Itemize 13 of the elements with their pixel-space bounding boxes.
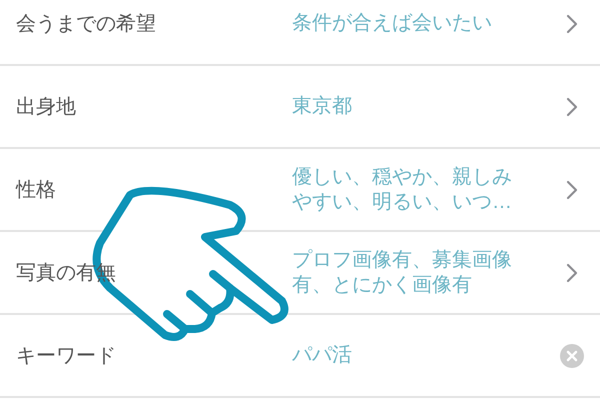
chevron-right-icon[interactable]	[566, 262, 578, 282]
chevron-right-icon[interactable]	[566, 14, 578, 34]
chevron-right-icon[interactable]	[566, 180, 578, 200]
field-value: プロフ画像有、募集画像有、とにかく画像有	[292, 248, 513, 298]
field-label: 性格	[16, 178, 56, 202]
field-label: 出身地	[16, 94, 76, 120]
field-value: 東京都	[292, 94, 353, 119]
field-value: パパ活	[292, 343, 353, 368]
field-value: 優しい、穏やか、親しみやすい、明るい、いつ…	[292, 164, 513, 214]
chevron-right-icon[interactable]	[566, 96, 578, 116]
field-label: キーワード	[16, 344, 116, 368]
field-value: 条件が合えば会いたい	[292, 11, 493, 36]
field-label: 会うまでの希望	[16, 12, 156, 36]
